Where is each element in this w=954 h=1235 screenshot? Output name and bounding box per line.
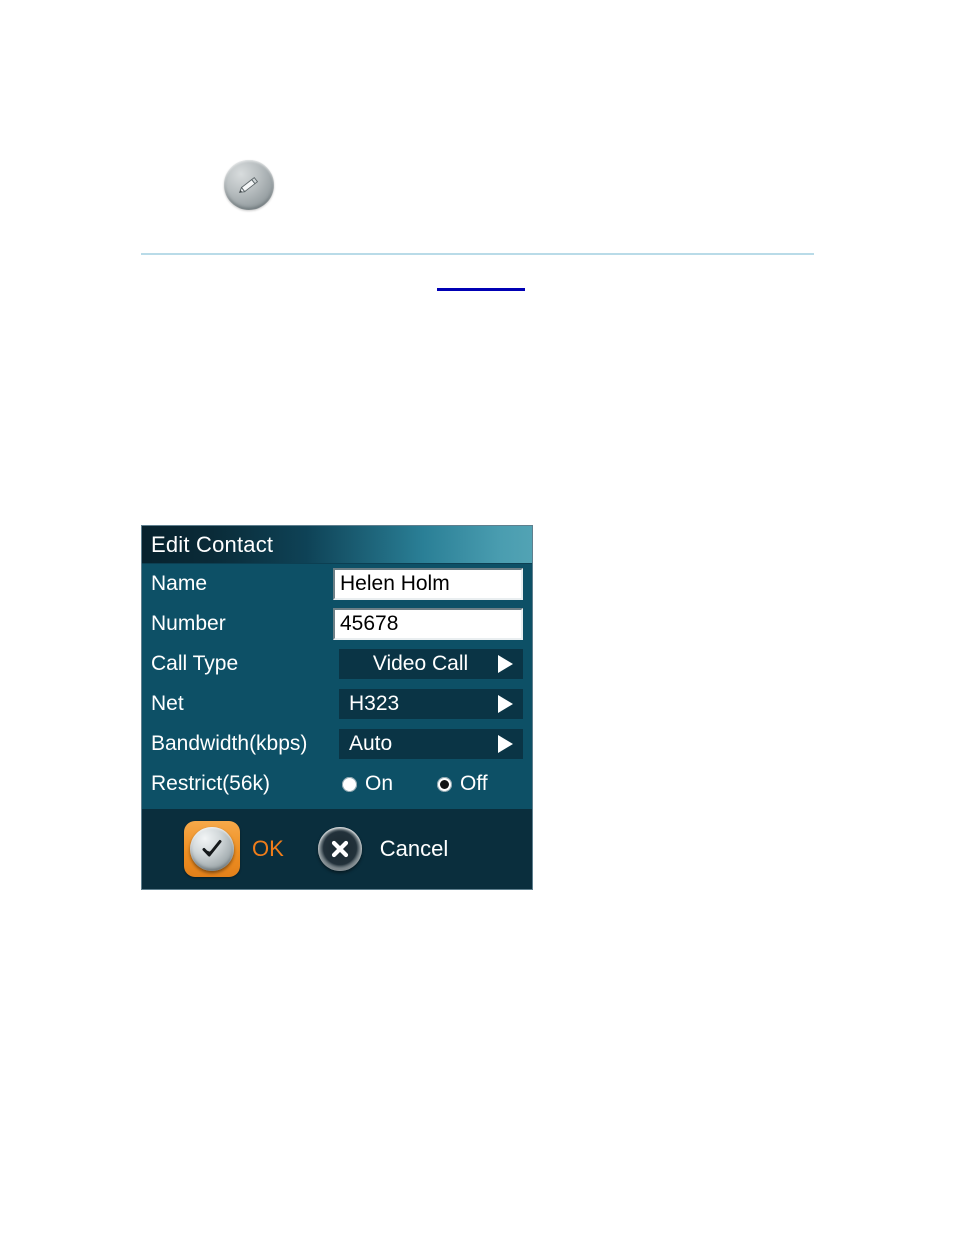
ok-button-label: OK xyxy=(252,836,284,861)
chevron-right-icon xyxy=(498,695,513,713)
field-label-net: Net xyxy=(151,692,184,715)
number-input[interactable]: 45678 xyxy=(333,608,523,640)
bandwidth-value: Auto xyxy=(349,732,393,755)
cancel-button[interactable]: Cancel xyxy=(312,821,448,877)
chevron-right-icon xyxy=(498,655,513,673)
radio-unselected-icon xyxy=(342,776,357,792)
bandwidth-select[interactable]: Auto xyxy=(339,729,523,759)
net-value: H323 xyxy=(349,692,400,715)
field-row-call-type: Call Type Video Call xyxy=(142,644,532,684)
pencil-icon xyxy=(238,176,259,193)
edit-contact-dialog: Edit Contact Name Helen Holm Number 4567… xyxy=(141,525,533,890)
link-underline xyxy=(437,288,525,291)
dialog-button-bar: OK Cancel xyxy=(142,809,532,889)
restrict-radio-group: On Off xyxy=(342,772,488,796)
restrict-radio-off[interactable]: Off xyxy=(437,772,488,796)
dialog-form: Name Helen Holm Number 45678 Call Type V… xyxy=(142,564,532,809)
cancel-button-circle xyxy=(317,827,362,871)
field-label-restrict: Restrict(56k) xyxy=(151,772,271,795)
radio-selected-icon xyxy=(437,776,453,792)
field-label-bandwidth: Bandwidth(kbps) xyxy=(151,732,308,755)
restrict-radio-on[interactable]: On xyxy=(342,772,393,796)
edit-pencil-icon-button[interactable] xyxy=(224,160,274,210)
dialog-titlebar: Edit Contact xyxy=(142,526,532,564)
field-row-name: Name Helen Holm xyxy=(142,564,532,604)
field-label-name: Name xyxy=(151,572,208,595)
field-label-number: Number xyxy=(151,612,226,635)
dialog-title: Edit Contact xyxy=(151,531,274,557)
name-input-value: Helen Holm xyxy=(340,572,450,595)
close-icon xyxy=(331,840,348,858)
field-row-bandwidth: Bandwidth(kbps) Auto xyxy=(142,724,532,764)
cancel-button-label: Cancel xyxy=(379,836,449,861)
net-select[interactable]: H323 xyxy=(339,689,523,719)
restrict-radio-off-label: Off xyxy=(460,772,488,795)
field-row-net: Net H323 xyxy=(142,684,532,724)
ok-button-circle xyxy=(190,827,234,871)
field-row-restrict: Restrict(56k) On Off xyxy=(142,764,532,804)
call-type-select[interactable]: Video Call xyxy=(339,649,523,679)
horizontal-rule xyxy=(141,253,814,255)
cancel-button-chip xyxy=(312,821,368,877)
field-label-call-type: Call Type xyxy=(151,652,239,675)
restrict-radio-on-label: On xyxy=(365,772,394,795)
name-input[interactable]: Helen Holm xyxy=(333,568,523,600)
call-type-value: Video Call xyxy=(372,652,469,675)
chevron-right-icon xyxy=(498,735,513,753)
ok-button[interactable]: OK xyxy=(184,821,284,877)
number-input-value: 45678 xyxy=(340,612,399,635)
check-icon xyxy=(202,840,222,857)
ok-button-chip xyxy=(184,821,240,877)
field-row-number: Number 45678 xyxy=(142,604,532,644)
